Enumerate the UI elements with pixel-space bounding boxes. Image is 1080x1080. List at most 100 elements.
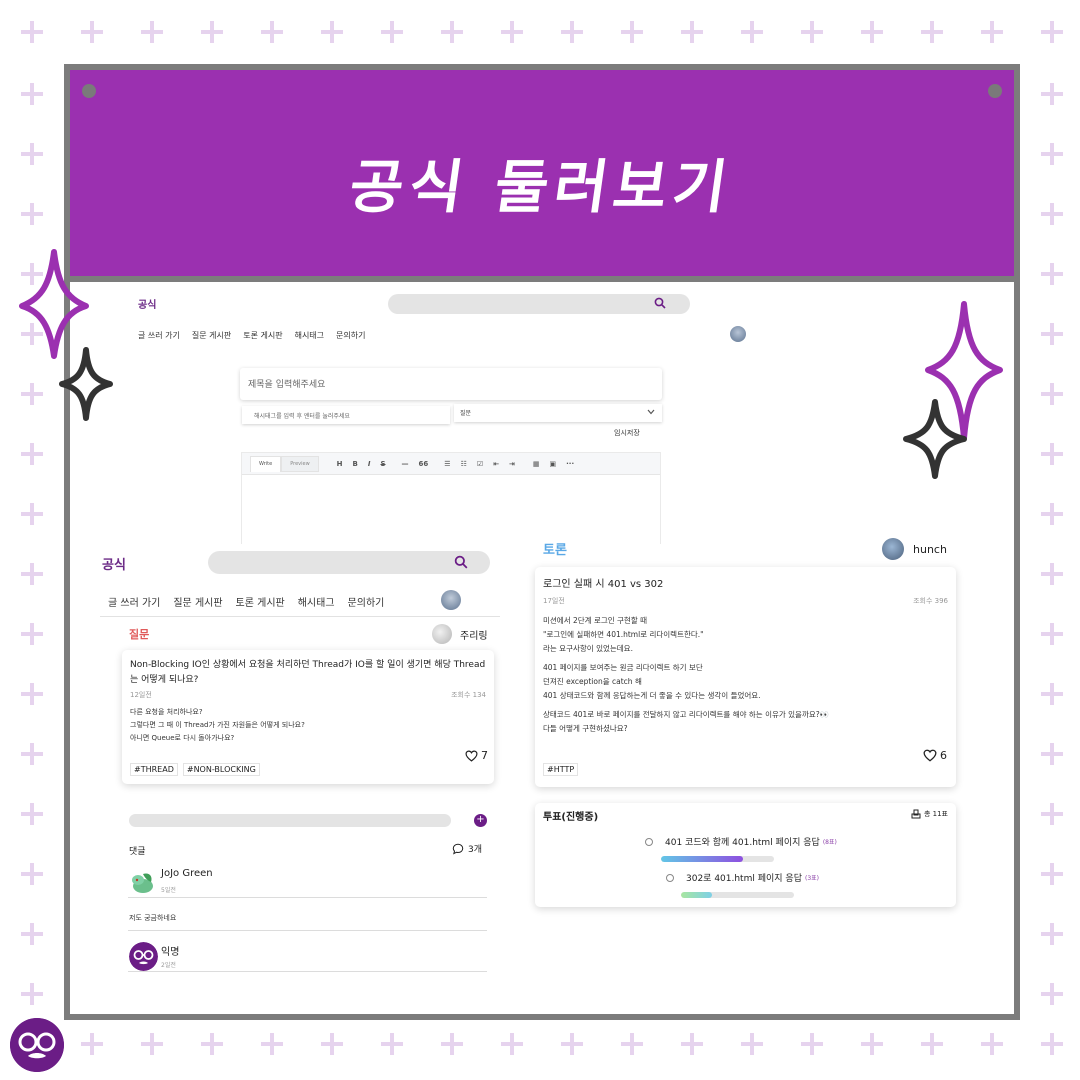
plus-decoration-icon bbox=[1041, 503, 1063, 525]
plus-decoration-icon bbox=[861, 21, 883, 43]
comments-count-value: 3개 bbox=[468, 845, 483, 855]
vote-result-bar bbox=[661, 856, 774, 862]
author-name: hunch bbox=[913, 542, 947, 556]
plus-decoration-icon bbox=[981, 21, 1003, 43]
plus-decoration-icon bbox=[681, 1033, 703, 1055]
plus-decoration-icon bbox=[1041, 323, 1063, 345]
nav-write[interactable]: 글 쓰러 가기 bbox=[138, 330, 180, 341]
plus-decoration-icon bbox=[501, 21, 523, 43]
vote-option[interactable]: 302로 401.html 페이지 응답 (3표) bbox=[666, 871, 819, 884]
nav-hashtag[interactable]: 해시태그 bbox=[295, 330, 324, 341]
search-input[interactable] bbox=[388, 294, 690, 314]
like-button[interactable]: 7 bbox=[465, 749, 488, 762]
plus-decoration-icon bbox=[321, 21, 343, 43]
title-input[interactable]: 제목을 입력해주세요 bbox=[240, 368, 662, 400]
search-icon[interactable] bbox=[654, 297, 666, 309]
post-line: 다들 어떻게 구현하셨나요? bbox=[543, 724, 628, 733]
vote-option[interactable]: 401 코드와 함께 401.html 페이지 응답 (8표) bbox=[645, 835, 837, 848]
plus-decoration-icon bbox=[921, 1033, 943, 1055]
author-name: 주리링 bbox=[460, 630, 488, 642]
black-sparkle-icon bbox=[903, 399, 967, 479]
search-icon[interactable] bbox=[454, 555, 468, 569]
tab-write[interactable]: Write bbox=[250, 455, 282, 472]
post-line: 던져진 exception을 catch 해 bbox=[543, 677, 642, 686]
nav-contact[interactable]: 문의하기 bbox=[336, 330, 365, 341]
hr-button[interactable]: — bbox=[402, 460, 409, 468]
user-avatar[interactable] bbox=[441, 590, 461, 610]
heading-button[interactable]: H bbox=[337, 460, 343, 468]
heart-icon bbox=[923, 749, 937, 762]
plus-decoration-icon bbox=[201, 1033, 223, 1055]
nav-debate-board[interactable]: 토론 게시판 bbox=[236, 594, 285, 609]
post-views: 조회수 134 bbox=[451, 691, 486, 699]
like-count: 7 bbox=[481, 749, 488, 762]
chat-bubble-icon bbox=[452, 843, 464, 855]
comment-text: 저도 궁금하네요 bbox=[129, 914, 177, 922]
bold-button[interactable]: B bbox=[353, 460, 358, 468]
table-icon[interactable]: ▦ bbox=[533, 460, 540, 468]
quote-button[interactable]: 66 bbox=[419, 460, 429, 468]
image-icon[interactable]: ▣ bbox=[550, 460, 557, 468]
comment-input[interactable] bbox=[129, 814, 451, 827]
add-comment-button[interactable]: + bbox=[474, 814, 487, 827]
hashtag-chip[interactable]: #HTTP bbox=[543, 763, 579, 776]
brand-logo[interactable]: 공식 bbox=[102, 554, 126, 573]
plus-decoration-icon bbox=[261, 1033, 283, 1055]
like-button[interactable]: 6 bbox=[923, 749, 947, 762]
plus-decoration-icon bbox=[1041, 143, 1063, 165]
hashtag-input[interactable]: 해시태그를 입력 후 엔터를 눌러주세요 bbox=[242, 406, 450, 424]
nav-hashtag[interactable]: 해시태그 bbox=[298, 594, 335, 609]
plus-decoration-icon bbox=[681, 21, 703, 43]
plus-decoration-icon bbox=[1041, 83, 1063, 105]
search-input[interactable] bbox=[208, 551, 490, 574]
plus-decoration-icon bbox=[81, 21, 103, 43]
plus-decoration-icon bbox=[21, 143, 43, 165]
post-paragraph: 미션에서 2단계 로그인 구현할 때 "로그인에 실패하면 401.html로 … bbox=[543, 614, 829, 656]
post-author[interactable]: 주리링 bbox=[432, 624, 488, 644]
plus-decoration-icon bbox=[261, 21, 283, 43]
post-line: 라는 요구사항이 있었는데요. bbox=[543, 644, 633, 653]
ordered-list-icon[interactable]: ☷ bbox=[461, 460, 467, 468]
plus-decoration-icon bbox=[21, 203, 43, 225]
plus-decoration-icon bbox=[21, 443, 43, 465]
indent-icon[interactable]: ⇥ bbox=[509, 460, 515, 468]
more-icon[interactable]: ··· bbox=[566, 460, 574, 468]
post-author[interactable]: hunch bbox=[882, 538, 947, 560]
hashtag-chip[interactable]: #NON-BLOCKING bbox=[182, 763, 260, 776]
plus-decoration-icon bbox=[561, 1033, 583, 1055]
board-select[interactable]: 질문 bbox=[454, 404, 662, 422]
task-list-icon[interactable]: ☑ bbox=[477, 460, 483, 468]
nav-question-board[interactable]: 질문 게시판 bbox=[192, 330, 231, 341]
tab-preview[interactable]: Preview bbox=[281, 455, 319, 472]
plus-decoration-icon bbox=[441, 21, 463, 43]
vote-radio[interactable] bbox=[645, 837, 653, 846]
plus-decoration-icon bbox=[201, 21, 223, 43]
nav-write[interactable]: 글 쓰러 가기 bbox=[108, 594, 160, 609]
post-title: Non-Blocking IO인 상황에서 요청을 처리하던 Thread가 I… bbox=[130, 660, 486, 685]
temp-save-button[interactable]: 임시저장 bbox=[614, 428, 640, 438]
anonymous-avatar bbox=[129, 942, 158, 971]
post-paragraph: 상태코드 401로 바로 페이지를 전달하지 않고 리다이렉트를 해야 하는 이… bbox=[543, 708, 829, 736]
hashtag-chip[interactable]: #THREAD bbox=[130, 763, 178, 776]
nav-question-board[interactable]: 질문 게시판 bbox=[173, 594, 222, 609]
pin-right bbox=[988, 84, 1002, 98]
user-avatar[interactable] bbox=[730, 326, 746, 342]
like-count: 6 bbox=[940, 749, 947, 762]
comment-time: 2일전 bbox=[161, 962, 176, 969]
plus-decoration-icon bbox=[621, 21, 643, 43]
nav-contact[interactable]: 문의하기 bbox=[348, 594, 385, 609]
nav-debate-board[interactable]: 토론 게시판 bbox=[243, 330, 282, 341]
main-nav: 글 쓰러 가기 질문 게시판 토론 게시판 해시태그 문의하기 bbox=[108, 594, 384, 609]
vote-radio[interactable] bbox=[666, 873, 674, 882]
vote-total-value: 총 11표 bbox=[923, 810, 948, 818]
plus-decoration-icon bbox=[741, 21, 763, 43]
markdown-editor[interactable]: Write Preview H B I S — 66 ☰ ☷ ☑ ⇤ ⇥ ▦ ▣… bbox=[241, 452, 661, 544]
outdent-icon[interactable]: ⇤ bbox=[493, 460, 499, 468]
brand-logo[interactable]: 공식 bbox=[138, 296, 156, 311]
italic-button[interactable]: I bbox=[368, 460, 371, 468]
post-line: 그렇다면 그 때 이 Thread가 가진 자원들은 어떻게 되나요? bbox=[130, 721, 305, 729]
question-post-card: Non-Blocking IO인 상황에서 요청을 처리하던 Thread가 I… bbox=[122, 650, 494, 784]
strike-button[interactable]: S bbox=[380, 460, 385, 468]
plus-decoration-icon bbox=[21, 383, 43, 405]
bullet-list-icon[interactable]: ☰ bbox=[444, 460, 450, 468]
